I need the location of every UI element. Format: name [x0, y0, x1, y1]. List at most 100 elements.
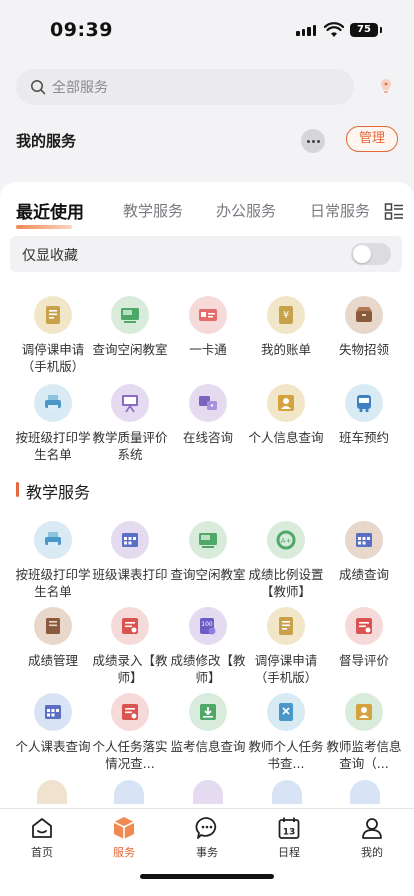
tab-teaching[interactable]: 教学服务	[123, 200, 183, 221]
service-item[interactable]: 个人课表查询	[12, 693, 94, 755]
service-cube-icon	[113, 817, 135, 839]
grade-entry-icon	[111, 607, 149, 645]
partial-service-icon	[350, 780, 380, 804]
service-item[interactable]: 教师个人任务书查...	[245, 693, 327, 772]
task-icon	[111, 693, 149, 731]
nav-affairs[interactable]: 事务	[177, 815, 237, 860]
service-item-label: 一卡通	[189, 342, 227, 357]
printer-icon	[34, 384, 72, 422]
notebook-icon	[34, 607, 72, 645]
my-services-title: 我的服务	[16, 132, 77, 150]
service-item-label: 调停课申请（手机版）	[21, 342, 85, 374]
service-item[interactable]: 查询空闲教室	[167, 521, 249, 583]
status-time: 09:39	[50, 19, 113, 41]
service-item-label: 个人课表查询	[15, 739, 91, 754]
tab-daily[interactable]: 日常服务	[310, 200, 370, 221]
nav-me[interactable]: 我的	[342, 815, 402, 860]
bill-icon: ¥	[267, 296, 305, 334]
service-item[interactable]: 调停课申请（手机版）	[12, 296, 94, 375]
nav-home[interactable]: 首页	[12, 815, 72, 860]
timetable-icon	[111, 521, 149, 559]
svg-text:100: 100	[201, 621, 213, 628]
person-icon	[362, 818, 382, 839]
service-item[interactable]: 成绩录入【教师】	[89, 607, 171, 686]
service-item-label: 按班级打印学生名单	[15, 567, 91, 599]
tab-recent[interactable]: 最近使用	[16, 198, 84, 223]
battery-icon: 75	[350, 23, 382, 37]
consult-icon	[189, 384, 227, 422]
service-item[interactable]: 班级课表打印	[89, 521, 171, 583]
nav-services-label: 服务	[113, 846, 135, 859]
service-item-label: 教学质量评价系统	[92, 430, 168, 462]
service-item[interactable]: 一卡通	[167, 296, 249, 358]
service-item[interactable]: 教学质量评价系统	[89, 384, 171, 463]
svg-text:¥: ¥	[283, 310, 289, 321]
service-item-label: 教师监考信息查询（...	[326, 739, 402, 771]
box-icon	[345, 296, 383, 334]
svg-text:13: 13	[283, 828, 296, 838]
grade-ratio-icon: A+	[267, 521, 305, 559]
service-item[interactable]: 教师监考信息查询（...	[323, 693, 405, 772]
service-item-label: 按班级打印学生名单	[15, 430, 91, 462]
service-item-label: 班车预约	[338, 430, 389, 445]
more-button[interactable]	[301, 129, 325, 153]
exam-person-icon	[345, 693, 383, 731]
bus-icon	[345, 384, 383, 422]
home-icon	[32, 818, 52, 838]
favorites-filter: 仅显收藏	[10, 236, 402, 272]
nav-schedule[interactable]: 13 日程	[259, 815, 319, 860]
service-item[interactable]: 失物招领	[323, 296, 405, 358]
service-item[interactable]: 个人任务落实情况查...	[89, 693, 171, 772]
calendar-grid-icon	[345, 521, 383, 559]
wifi-icon	[324, 22, 344, 37]
service-item[interactable]: 成绩查询	[323, 521, 405, 583]
service-item[interactable]: 成绩管理	[12, 607, 94, 669]
grid-list-icon[interactable]	[384, 202, 404, 222]
id-card-icon	[267, 384, 305, 422]
service-item[interactable]: ¥ 我的账单	[245, 296, 327, 358]
service-item-label: 成绩管理	[27, 653, 78, 668]
service-item-label: 班级课表打印	[92, 567, 168, 582]
manage-button[interactable]: 管理	[346, 126, 398, 152]
nav-schedule-label: 日程	[278, 846, 300, 859]
service-item[interactable]: 督导评价	[323, 607, 405, 669]
search-icon	[31, 80, 46, 95]
service-item[interactable]: 监考信息查询	[167, 693, 249, 755]
service-item[interactable]: 个人信息查询	[245, 384, 327, 446]
search-input[interactable]: 全部服务	[16, 69, 354, 105]
exam-download-icon	[189, 693, 227, 731]
nav-services[interactable]: 服务	[94, 815, 154, 860]
service-item-label: 教师个人任务书查...	[248, 739, 324, 771]
service-item[interactable]: 查询空闲教室	[89, 296, 171, 358]
nav-affairs-label: 事务	[196, 846, 218, 859]
service-item-label: 调停课申请（手机版）	[254, 653, 318, 685]
service-item[interactable]: A+ 成绩比例设置【教师】	[245, 521, 327, 600]
service-item-label: 成绩比例设置【教师】	[248, 567, 324, 599]
table-icon	[34, 693, 72, 731]
services-panel: 最近使用 教学服务 办公服务 日常服务 仅显收藏 调停课申请（手机版） 查询空闲教…	[0, 182, 414, 808]
service-item[interactable]: 按班级打印学生名单	[12, 521, 94, 600]
partial-service-icon	[193, 780, 223, 804]
search-placeholder: 全部服务	[52, 80, 108, 96]
partial-service-icon	[114, 780, 144, 804]
supervision-icon	[345, 607, 383, 645]
lightbulb-icon[interactable]	[376, 76, 396, 96]
service-item[interactable]: 按班级打印学生名单	[12, 384, 94, 463]
service-item-label: 个人信息查询	[248, 430, 324, 445]
service-item-label: 督导评价	[338, 653, 389, 668]
service-item-label: 成绩修改【教师】	[170, 653, 246, 685]
service-item[interactable]: 班车预约	[323, 384, 405, 446]
service-item-label: 个人任务落实情况查...	[92, 739, 168, 771]
favorites-toggle[interactable]	[351, 243, 391, 265]
service-item-label: 查询空闲教室	[170, 567, 246, 582]
nav-home-label: 首页	[31, 846, 53, 859]
service-item-label: 成绩查询	[338, 567, 389, 582]
service-item[interactable]: 在线咨询	[167, 384, 249, 446]
service-item[interactable]: 100 成绩修改【教师】	[167, 607, 249, 686]
tab-office[interactable]: 办公服务	[216, 200, 276, 221]
presentation-icon	[111, 384, 149, 422]
service-item[interactable]: 调停课申请（手机版）	[245, 607, 327, 686]
card-icon	[189, 296, 227, 334]
status-bar: 09:39 75	[0, 0, 414, 58]
signal-icon	[296, 25, 316, 36]
